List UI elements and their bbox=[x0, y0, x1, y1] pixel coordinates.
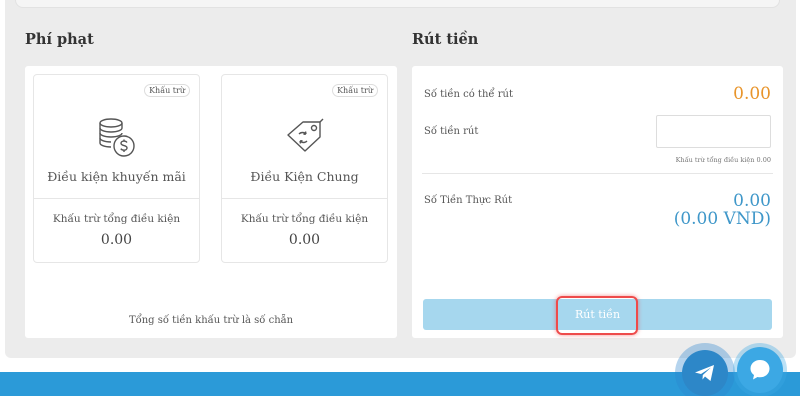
tag-cycle-icon bbox=[286, 118, 323, 152]
withdraw-button[interactable]: Rút tiền bbox=[423, 299, 772, 330]
coins-dollar-icon bbox=[98, 118, 135, 157]
deduct-badge: Khấu trừ bbox=[144, 84, 190, 97]
deduction-note: Tổng số tiền khấu trừ là số chẵn bbox=[128, 315, 294, 326]
deduct-badge: Khấu trừ bbox=[332, 84, 378, 97]
withdraw-panel: Số tiền có thể rút 0.00 Số tiền rút Khấu… bbox=[412, 66, 783, 338]
withdraw-amount-input[interactable] bbox=[656, 115, 771, 148]
card-divider bbox=[34, 198, 199, 199]
available-amount-label: Số tiền có thể rút bbox=[424, 89, 513, 100]
penalty-panel: Khấu trừ Điều kiện khuyến mãi Khấu trừ t… bbox=[25, 66, 397, 338]
telegram-icon bbox=[695, 365, 714, 381]
withdraw-amount-hint: Khấu trừ tổng điều kiện 0.00 bbox=[675, 156, 771, 164]
withdraw-amount-label: Số tiền rút bbox=[424, 126, 479, 137]
available-amount-value: 0.00 bbox=[733, 84, 771, 104]
penalty-section-title: Phí phạt bbox=[25, 31, 94, 48]
card-value: 0.00 bbox=[288, 232, 321, 248]
telegram-float-button[interactable] bbox=[675, 343, 735, 396]
general-condition-card[interactable]: Khấu trừ Điều Kiện Chung Khấu trừ tổng đ… bbox=[221, 74, 388, 263]
actual-amount-label: Số Tiền Thực Rút bbox=[424, 195, 513, 206]
actual-amount-value: 0.00 bbox=[733, 191, 771, 211]
chat-float-button[interactable] bbox=[733, 343, 787, 396]
card-value: 0.00 bbox=[100, 232, 133, 248]
divider bbox=[422, 173, 773, 174]
card-name: Điều kiện khuyến mãi bbox=[47, 169, 186, 184]
chat-bubble-icon bbox=[750, 360, 770, 380]
card-name: Điều Kiện Chung bbox=[250, 169, 359, 184]
card-sub-label: Khấu trừ tổng điều kiện bbox=[52, 213, 181, 225]
withdraw-section-title: Rút tiền bbox=[412, 31, 479, 48]
promo-condition-card[interactable]: Khấu trừ Điều kiện khuyến mãi Khấu trừ t… bbox=[33, 74, 200, 263]
card-sub-label: Khấu trừ tổng điều kiện bbox=[240, 213, 369, 225]
actual-amount-vnd: (0.00 VND) bbox=[673, 209, 771, 229]
top-bar bbox=[15, 0, 780, 8]
card-divider bbox=[222, 198, 387, 199]
